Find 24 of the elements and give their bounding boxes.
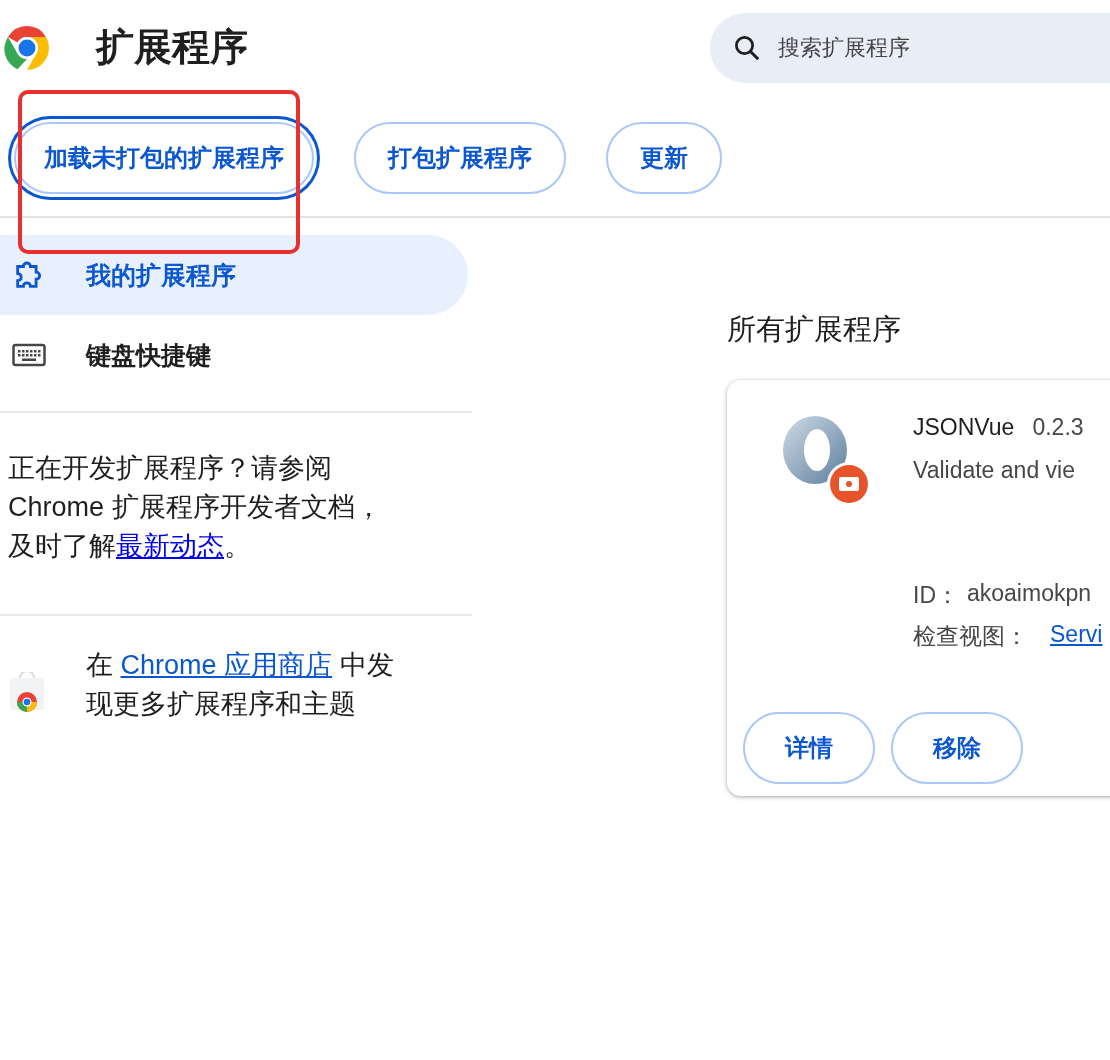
search-field[interactable]: 搜索扩展程序 bbox=[710, 12, 1110, 83]
card-button[interactable]: 详情 bbox=[743, 712, 875, 784]
id-label: ID： bbox=[913, 581, 959, 610]
toolbar-button[interactable]: 更新 bbox=[606, 122, 722, 194]
text-link[interactable]: 最新动态 bbox=[116, 531, 224, 561]
search-input[interactable]: 搜索扩展程序 bbox=[776, 33, 1110, 62]
sidebar-item[interactable]: 我的扩展程序 bbox=[0, 235, 468, 315]
extension-version: 0.2.3 bbox=[1032, 414, 1084, 441]
store-note: 在 Chrome 应用商店 中发 现更多扩展程序和主题 bbox=[86, 649, 394, 721]
chrome-logo-icon bbox=[3, 23, 51, 72]
extension-name: JSONVue bbox=[913, 414, 1015, 441]
text-link[interactable]: Chrome 应用商店 bbox=[120, 650, 333, 680]
developer-note: 正在开发扩展程序？请参阅 Chrome 扩展程序开发者文档， 及时了解最新动态。 bbox=[8, 452, 383, 563]
card-button[interactable]: 移除 bbox=[891, 712, 1023, 784]
view-link[interactable]: Servi bbox=[1050, 621, 1103, 652]
id-value: akoaimokpn bbox=[967, 580, 1092, 608]
web-store-icon bbox=[8, 672, 46, 712]
page-title: 扩展程序 bbox=[96, 25, 248, 70]
toolbar-button[interactable]: 打包扩展程序 bbox=[354, 122, 566, 194]
views-label: 检查视图： bbox=[913, 622, 1028, 651]
sidebar-item[interactable]: 键盘快捷键 bbox=[0, 315, 468, 395]
section-heading: 所有扩展程序 bbox=[727, 312, 902, 347]
keyboard-icon bbox=[12, 343, 46, 367]
extension-description: Validate and vie bbox=[913, 457, 1076, 484]
